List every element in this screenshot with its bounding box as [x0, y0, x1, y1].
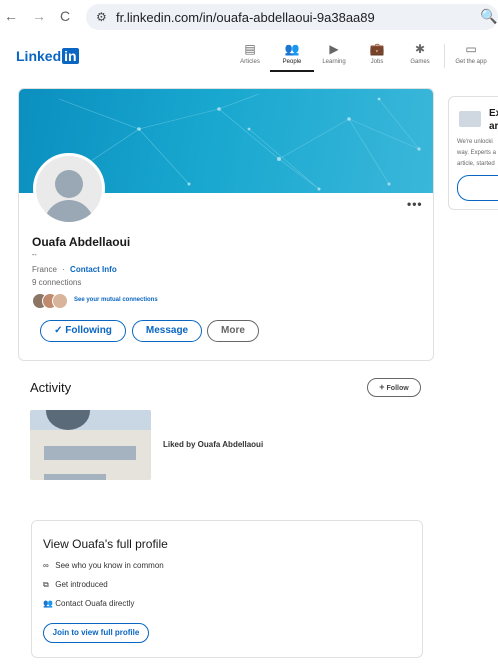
profile-avatar[interactable]: [33, 153, 105, 225]
profile-connections: 9 connections: [32, 278, 82, 287]
avatar-head: [55, 170, 83, 198]
nav-games[interactable]: ✱ Games: [398, 42, 442, 65]
activity-thumbnail[interactable]: [30, 410, 151, 480]
zoom-icon[interactable]: 🔍: [480, 8, 497, 25]
people-contact-icon: 👥: [43, 599, 53, 608]
full-profile-card: View Ouafa's full profile ∞ See who you …: [31, 520, 423, 658]
learning-icon: ▶: [329, 42, 339, 56]
message-button[interactable]: Message: [132, 320, 202, 342]
cta-item: 👥 Contact Ouafa directly: [43, 599, 135, 608]
people-icon: 👥: [284, 42, 300, 56]
jobs-icon: 💼: [369, 42, 385, 56]
location-separator: ·: [62, 265, 65, 274]
browser-toolbar: ← → C ⚙ fr.linkedin.com/in/ouafa-abdella…: [0, 0, 498, 34]
thumbnail-bar: [44, 446, 136, 460]
games-icon: ✱: [414, 42, 426, 56]
laptop-icon: ▭: [465, 42, 477, 56]
nav-learning[interactable]: ▶ Learning: [312, 42, 356, 65]
back-arrow-icon[interactable]: ←: [4, 8, 18, 24]
more-options-icon[interactable]: •••: [407, 197, 423, 211]
introduce-icon: ⧉: [43, 580, 49, 589]
side-promo-card: Ex ar We're unlocki way. Experts a artic…: [448, 96, 498, 210]
reload-icon[interactable]: C: [60, 8, 70, 24]
side-card-text: We're unlocki way. Experts a article, st…: [457, 139, 496, 167]
check-icon: ✓: [54, 325, 63, 336]
nav-jobs[interactable]: 💼 Jobs: [355, 42, 399, 65]
activity-title: Activity: [30, 380, 72, 395]
contact-info-link[interactable]: Contact Info: [70, 265, 117, 274]
linkedin-header: Linked in ▤ Articles 👥 People ▶ Learning …: [0, 38, 498, 72]
nav-articles[interactable]: ▤ Articles: [228, 42, 272, 65]
profile-headline: --: [32, 252, 37, 259]
profile-card: ••• Ouafa Abdellaoui -- France · Contact…: [18, 88, 434, 361]
side-card-title: Ex ar: [489, 108, 498, 132]
profile-location-row: France · Contact Info: [32, 265, 117, 274]
mutual-connections-link[interactable]: See your mutual connections: [74, 297, 158, 303]
infinity-icon: ∞: [43, 561, 49, 570]
avatar-body: [44, 200, 94, 222]
activity-item-label[interactable]: Liked by Ouafa Abdellaoui: [163, 440, 263, 449]
cta-item: ∞ See who you know in common: [43, 561, 164, 570]
thumbnail-bar: [44, 474, 106, 480]
profile-name: Ouafa Abdellaoui: [32, 235, 131, 249]
nav-get-the-app[interactable]: ▭ Get the app: [449, 42, 493, 65]
more-button[interactable]: More: [207, 320, 259, 342]
profile-location: France: [32, 265, 57, 274]
forward-arrow-icon[interactable]: →: [32, 8, 46, 24]
plus-icon: +: [379, 382, 385, 392]
linkedin-logo[interactable]: Linked in: [16, 48, 79, 64]
mutual-avatar-3: [52, 293, 68, 309]
cta-item: ⧉ Get introduced: [43, 580, 108, 589]
following-button[interactable]: ✓ Following: [40, 320, 126, 342]
address-bar[interactable]: ⚙ fr.linkedin.com/in/ouafa-abdellaoui-9a…: [86, 4, 498, 30]
join-button[interactable]: Join to view full profile: [43, 623, 149, 643]
side-card-button[interactable]: [457, 175, 498, 201]
follow-button[interactable]: + Follow: [367, 378, 421, 397]
nav-people[interactable]: 👥 People: [270, 42, 314, 72]
full-profile-title: View Ouafa's full profile: [43, 537, 168, 551]
articles-icon: ▤: [244, 42, 256, 56]
article-illustration-icon: [459, 111, 481, 127]
url-text[interactable]: fr.linkedin.com/in/ouafa-abdellaoui-9a38…: [116, 10, 375, 25]
site-settings-icon[interactable]: ⚙: [96, 10, 107, 24]
header-divider: [444, 44, 445, 68]
